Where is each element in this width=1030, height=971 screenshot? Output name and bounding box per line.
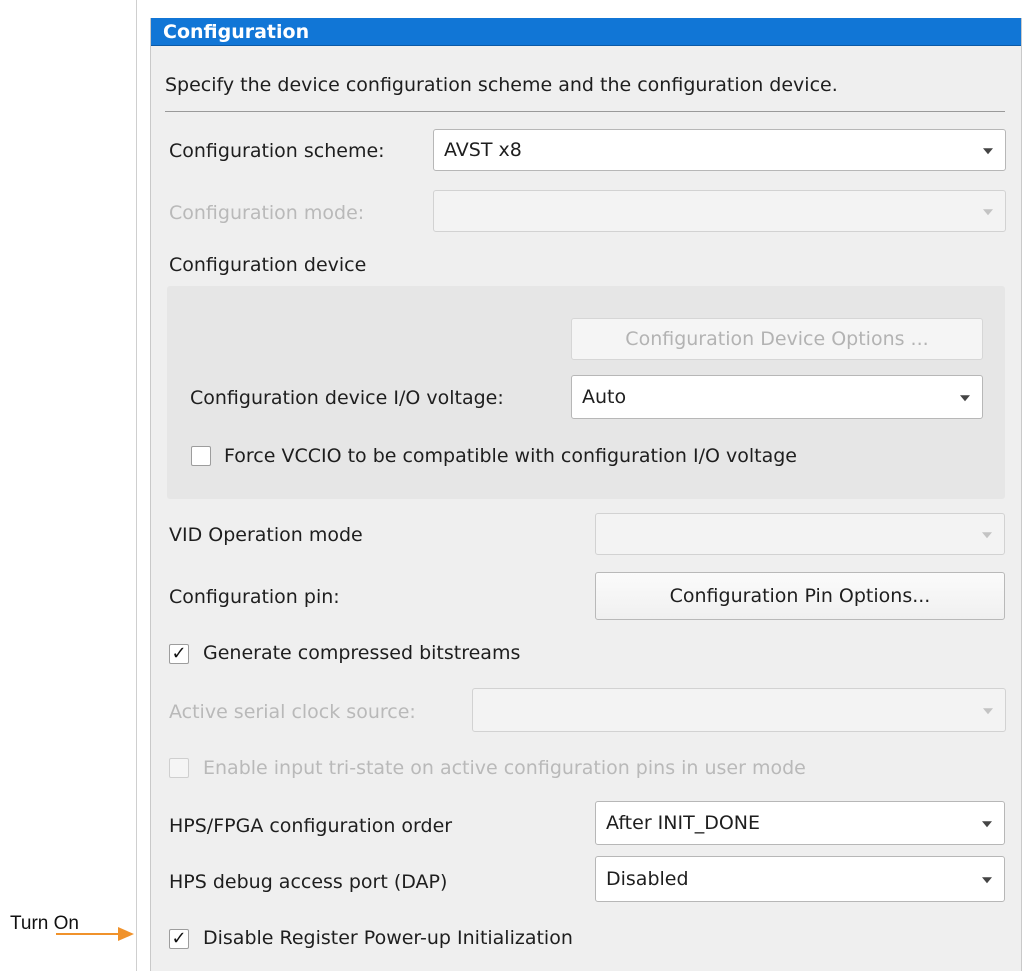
divider [165,111,1005,112]
hps-debug-dropdown[interactable]: Disabled [595,856,1005,902]
chevron-down-icon [960,395,970,402]
compressed-bitstreams-checkbox[interactable]: ✓ [169,644,189,664]
config-device-group: Configuration Device Options ... Configu… [167,286,1005,499]
tristate-checkbox[interactable] [169,758,189,778]
config-pin-label: Configuration pin: [169,586,340,608]
config-device-options-label: Configuration Device Options ... [625,328,929,350]
chevron-down-icon [983,708,993,715]
hps-debug-label: HPS debug access port (DAP) [169,871,448,893]
disable-register-checkbox[interactable]: ✓ [169,929,189,949]
io-voltage-label: Configuration device I/O voltage: [190,387,504,409]
vid-operation-label: VID Operation mode [169,524,363,546]
io-voltage-dropdown[interactable]: Auto [571,375,983,419]
hps-order-label: HPS/FPGA configuration order [169,815,453,837]
chevron-down-icon [982,532,992,539]
config-scheme-label: Configuration scheme: [169,140,385,162]
disable-register-label: Disable Register Power-up Initialization [203,927,573,949]
hps-order-value: After INIT_DONE [606,812,760,834]
tristate-label: Enable input tri-state on active configu… [203,757,806,779]
chevron-down-icon [983,209,993,216]
compressed-bitstreams-label: Generate compressed bitstreams [203,642,521,664]
chevron-down-icon [982,821,992,828]
config-pin-options-button[interactable]: Configuration Pin Options... [595,572,1005,620]
configuration-panel: Configuration Specify the device configu… [150,18,1022,971]
serial-clock-dropdown[interactable] [472,688,1006,732]
panel-description: Specify the device configuration scheme … [165,74,838,96]
vid-operation-dropdown[interactable] [595,513,1005,555]
config-device-label: Configuration device [169,254,367,276]
config-mode-label: Configuration mode: [169,202,365,224]
chevron-down-icon [983,148,993,155]
panel-title: Configuration [151,18,1021,46]
serial-clock-label: Active serial clock source: [169,701,416,723]
config-device-options-button[interactable]: Configuration Device Options ... [571,318,983,360]
config-scheme-value: AVST x8 [444,139,522,161]
chevron-down-icon [982,877,992,884]
io-voltage-value: Auto [582,386,627,408]
hps-order-dropdown[interactable]: After INIT_DONE [595,801,1005,845]
force-vccio-label: Force VCCIO to be compatible with config… [224,445,797,467]
config-mode-dropdown[interactable] [433,190,1006,232]
arrow-right-icon [56,927,134,941]
force-vccio-checkbox[interactable] [191,446,211,466]
hps-debug-value: Disabled [606,868,689,890]
config-scheme-dropdown[interactable]: AVST x8 [433,129,1006,171]
config-pin-options-label: Configuration Pin Options... [669,585,931,607]
